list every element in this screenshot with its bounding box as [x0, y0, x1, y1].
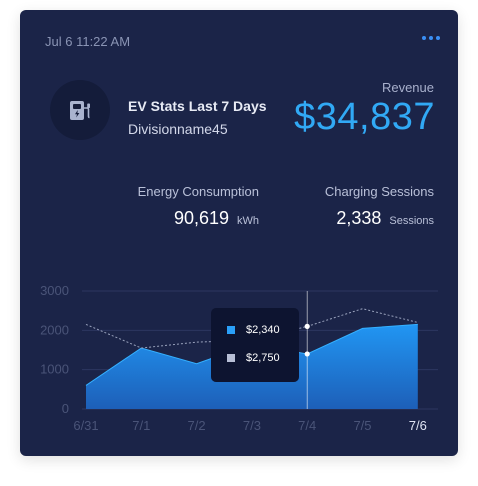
x-tick-label: 7/1: [132, 418, 150, 433]
cursor-point-comparison: [304, 323, 310, 329]
x-tick-label: 7/3: [243, 418, 261, 433]
y-tick-label: 1000: [40, 362, 69, 377]
y-tick-label: 2000: [40, 322, 69, 337]
tooltip-row-primary: $2,340: [227, 324, 280, 336]
cursor-point-primary: [304, 351, 310, 357]
chart-tooltip: $2,340 $2,750: [211, 308, 299, 382]
y-tick-label: 3000: [40, 283, 69, 298]
x-tick-label: 7/2: [188, 418, 206, 433]
ev-stats-card: Jul 6 11:22 AM EV Stats Last 7 Days Divi…: [20, 10, 458, 456]
legend-square-comparison: [227, 354, 235, 362]
x-tick-label: 6/31: [73, 418, 98, 433]
revenue-area-chart[interactable]: 0 1000 2000 3000 6/31 7/1 7/2 7/3 7/4 7/5 7/6: [20, 10, 458, 456]
x-tick-label: 7/5: [353, 418, 371, 433]
y-tick-label: 0: [62, 401, 69, 416]
tooltip-value-primary: $2,340: [246, 324, 280, 336]
tooltip-row-comparison: $2,750: [227, 352, 280, 364]
x-tick-label: 7/4: [298, 418, 316, 433]
tooltip-value-comparison: $2,750: [246, 352, 280, 364]
x-tick-label: 7/6: [409, 418, 427, 433]
legend-square-primary: [227, 326, 235, 334]
